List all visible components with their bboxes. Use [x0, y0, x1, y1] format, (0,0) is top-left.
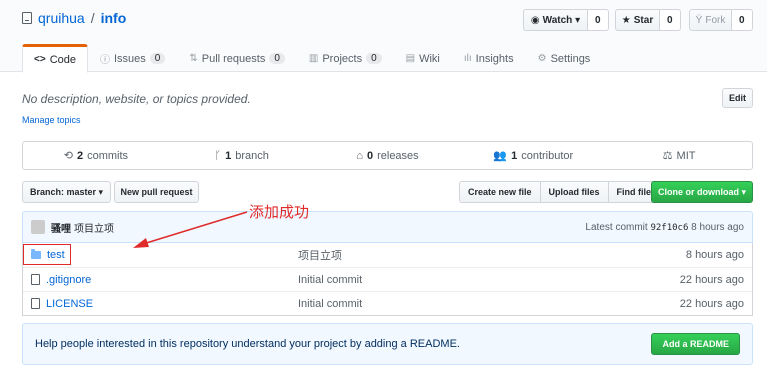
annotation-arrow	[133, 211, 248, 248]
add-readme-button[interactable]: Add a README	[651, 333, 740, 355]
readme-prompt-text: Help people interested in this repositor…	[35, 338, 460, 350]
readme-prompt: Help people interested in this repositor…	[22, 323, 753, 365]
annotation-text: 添加成功	[249, 203, 310, 221]
